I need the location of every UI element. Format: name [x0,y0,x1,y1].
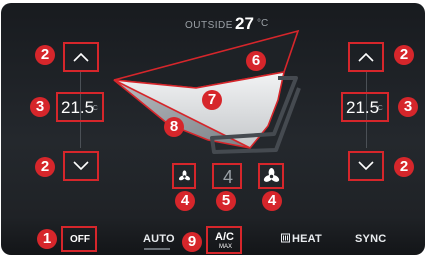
fan-speed-down-button[interactable] [172,163,196,189]
fan-speed-up-button[interactable] [258,163,284,189]
chevron-down-icon [73,161,89,171]
callout-fan-down: 4 [175,191,195,211]
callout-fan-up: 4 [262,191,282,211]
chevron-up-icon [358,52,374,62]
auto-button[interactable]: AUTO [143,233,175,245]
callout-temp-down-left: 2 [35,157,55,177]
callout-off: 1 [37,229,57,249]
fan-speed-display: 4 [212,163,242,189]
callout-temp-down-right: 2 [394,157,414,177]
callout-airflow-low: 8 [164,117,184,137]
callout-temp-up-left: 2 [35,45,55,65]
ac-max-button[interactable]: A/C MAX [206,226,242,254]
fan-icon [178,170,191,181]
callout-temp-up-right: 2 [394,45,414,65]
auto-label: AUTO [143,233,175,245]
sync-button[interactable]: SYNC [355,233,386,245]
right-temp-unit: °C [375,105,383,112]
right-temp-up-button[interactable] [348,42,384,72]
ac-label: A/C [215,231,234,243]
off-label: OFF [70,234,90,245]
sync-label: SYNC [355,233,387,245]
heat-button[interactable]: HEAT [281,233,322,245]
chevron-up-icon [73,52,89,62]
off-button[interactable]: OFF [61,226,97,252]
climate-screen: OUTSIDE 27 °C 21.5 °C 21.5 °C 4 OFF AUTO… [0,0,427,258]
fan-speed-value: 4 [223,167,234,187]
right-temp-down-button[interactable] [348,151,384,181]
left-temp-up-button[interactable] [63,42,99,72]
fan-icon [263,168,280,182]
callout-airflow-top: 6 [246,51,266,71]
left-temp-display[interactable]: 21.5 °C [56,92,104,122]
callout-temp-right: 3 [398,97,418,117]
auto-indicator [144,248,170,250]
heat-label: HEAT [292,233,322,245]
chevron-down-icon [358,161,374,171]
callout-airflow-mid: 7 [202,90,222,110]
rear-defrost-icon [281,233,290,243]
right-temp-display[interactable]: 21.5 °C [341,92,389,122]
callout-temp-left: 3 [30,97,50,117]
callout-ac: 9 [182,232,202,252]
left-temp-unit: °C [90,105,98,112]
ac-max-label: MAX [219,244,233,250]
left-temp-down-button[interactable] [63,151,99,181]
callout-fan-level: 5 [216,191,236,211]
